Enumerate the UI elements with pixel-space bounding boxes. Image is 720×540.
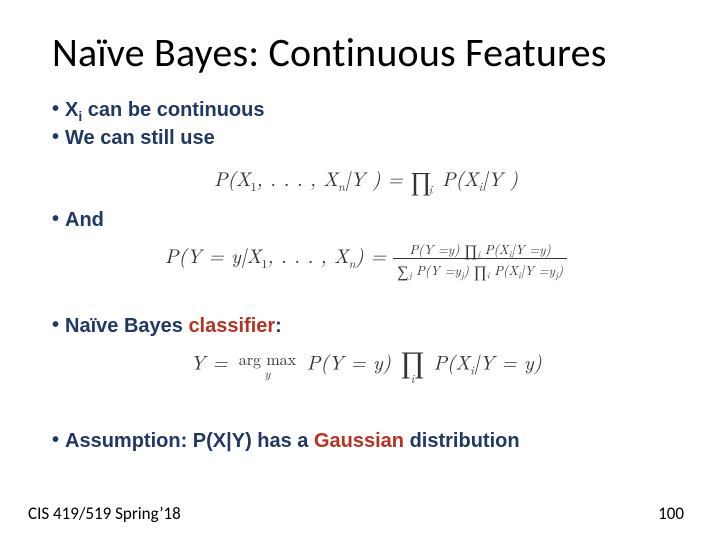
bullet-4-pre: Naïve Bayes	[65, 315, 188, 337]
eq2-den-b: )	[464, 260, 474, 279]
eq1-a: P(X	[214, 163, 251, 192]
bullet-5: • Assumption: P(X|Y) has a Gaussian dist…	[52, 429, 680, 454]
bullet-1-post: can be continuous	[82, 99, 264, 121]
eq2-num-prod: ∏	[464, 238, 477, 261]
bullet-dot: •	[52, 98, 59, 121]
eq1-d: P(X	[442, 163, 479, 192]
footer-course: CIS 419/519 Spring’18	[28, 503, 181, 524]
bullet-5-pre: Assumption: P(X|Y) has a	[65, 430, 314, 452]
eq3-argmax: arg max y	[239, 351, 296, 380]
bullet-1-pre: X	[65, 99, 78, 121]
eq3-a: Y =	[190, 347, 235, 376]
bullet-3-text: And	[65, 208, 104, 233]
bullet-2: • We can still use	[52, 126, 680, 151]
eq1-c: |Y ) =	[345, 163, 410, 192]
bullet-5-red: Gaussian	[314, 430, 404, 452]
eq3-c: P(X	[434, 347, 471, 376]
bullet-dot: •	[52, 208, 59, 231]
eq2-num-a: P(Y =y)	[409, 239, 464, 258]
bullet-dot: •	[52, 429, 59, 452]
bullet-4-text: Naïve Bayes classifier:	[65, 314, 282, 339]
equation-1: P(X1, . . . , Xn|Y ) = ∏i P(Xi|Y )	[52, 157, 680, 194]
bullet-5-text: Assumption: P(X|Y) has a Gaussian distri…	[65, 429, 520, 454]
eq3-b: P(Y = y)	[307, 347, 398, 376]
eq2-a: P(Y = y|X	[165, 240, 261, 269]
bullet-dot: •	[52, 126, 59, 149]
bullet-2-text: We can still use	[65, 126, 215, 151]
bullet-1: • Xi can be continuous	[52, 98, 680, 126]
bullet-dot: •	[52, 314, 59, 337]
eq2-fraction: P(Y =y) ∏i P(Xi|Y =y) ∑j P(Y =yj) ∏i P(X…	[393, 239, 567, 279]
eq2-b: , . . . , X	[267, 240, 348, 269]
footer-page-number: 100	[658, 503, 684, 524]
eq1-e: |Y )	[482, 163, 518, 192]
slide-title: Naïve Bayes: Continuous Features	[52, 28, 690, 77]
eq2-num-b: P(X	[480, 239, 508, 258]
slide: Naïve Bayes: Continuous Features • Xi ca…	[0, 0, 720, 540]
bullet-3: • And	[52, 208, 680, 233]
equation-2: P(Y = y|X1, . . . , Xn) = P(Y =y) ∏i P(X…	[52, 239, 680, 279]
eq2-den-sum: ∑	[397, 259, 408, 282]
bullet-4-post: :	[275, 315, 282, 337]
bullet-4-red: classifier	[188, 315, 275, 337]
eq3-prod: ∏ i	[400, 345, 425, 385]
eq2-den-e: )	[558, 260, 563, 279]
eq3-d: |Y = y)	[474, 347, 542, 376]
equation-3: Y = arg max y P(Y = y) ∏ i P(Xi|Y = y)	[52, 345, 680, 385]
eq1-b: , . . . , X	[257, 163, 338, 192]
eq1-prod-sub: i	[429, 181, 433, 198]
eq2-c: ) =	[355, 240, 393, 269]
eq2-num-c: |Y =y)	[511, 239, 551, 258]
bullet-1-text: Xi can be continuous	[65, 98, 264, 126]
slide-body: • Xi can be continuous • We can still us…	[52, 98, 680, 454]
bullet-5-post: distribution	[404, 430, 520, 452]
eq2-den-prod: ∏	[474, 259, 487, 282]
eq2-den-c: P(X	[490, 260, 518, 279]
eq2-den-d: |Y =y	[521, 260, 555, 279]
bullet-4: • Naïve Bayes classifier:	[52, 314, 680, 339]
eq2-den-a: P(Y =y	[411, 260, 460, 279]
